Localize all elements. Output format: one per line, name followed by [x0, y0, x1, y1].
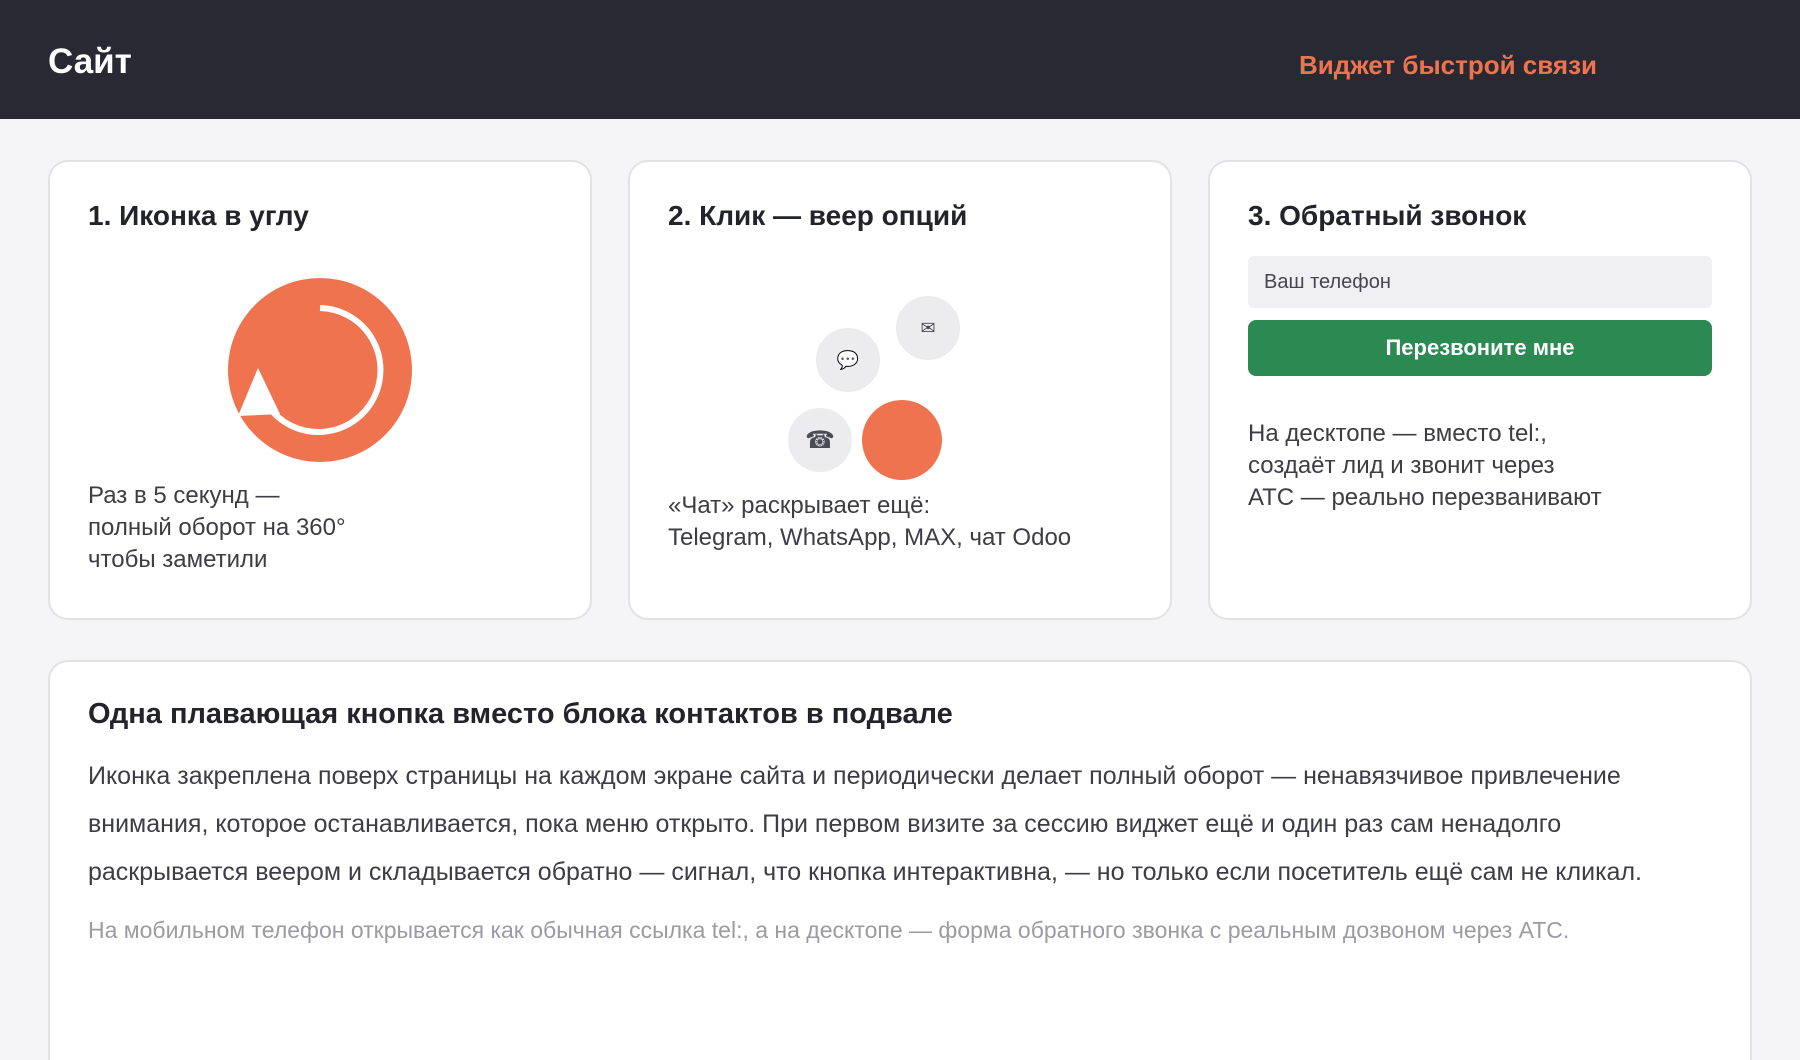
phone-icon[interactable]: ☎ [788, 408, 852, 472]
desc-line: создаёт лид и звонит через [1248, 452, 1555, 479]
card-title: 3. Обратный звонок [1248, 200, 1527, 231]
phone-input[interactable] [1248, 256, 1712, 308]
desc-line: На десктопе — вместо tel:, [1248, 420, 1547, 447]
callback-button[interactable]: Перезвоните мне [1248, 320, 1712, 376]
main-widget-button[interactable] [862, 400, 942, 480]
card-title: 1. Иконка в углу [88, 200, 309, 231]
info-card: Одна плавающая кнопка вместо блока конта… [48, 660, 1752, 1060]
card-corner-icon: 1. Иконка в углу Раз в 5 секунд — полный… [48, 160, 592, 620]
card-description: Раз в 5 секунд — полный оборот на 360° ч… [88, 480, 346, 576]
card-description: На десктопе — вместо tel:, создаёт лид и… [1248, 418, 1602, 514]
site-header: Сайт Виджет быстрой связи [0, 0, 1800, 119]
card-fan-options: 2. Клик — веер опций ✉ 💬 ☎ «Чат» раскрыв… [628, 160, 1172, 620]
desc-line: АТС — реально перезванивают [1248, 484, 1602, 511]
info-body: Иконка закреплена поверх страницы на каж… [88, 762, 1642, 886]
rotating-widget-icon [228, 278, 412, 462]
desc-line: «Чат» раскрывает ещё: [668, 492, 931, 519]
chat-icon[interactable]: 💬 [816, 328, 880, 392]
mail-icon[interactable]: ✉ [896, 296, 960, 360]
card-callback: 3. Обратный звонок Перезвоните мне На де… [1208, 160, 1752, 620]
quick-contact-widget-link[interactable]: Виджет быстрой связи [1299, 50, 1597, 81]
desc-line: Раз в 5 секунд — [88, 482, 280, 509]
card-title: 2. Клик — веер опций [668, 200, 968, 231]
desc-line: Telegram, WhatsApp, MAX, чат Odoo [668, 524, 1072, 551]
info-title: Одна плавающая кнопка вместо блока конта… [88, 698, 953, 730]
info-note: На мобильном телефон открывается как обы… [88, 917, 1570, 943]
desc-line: полный оборот на 360° [88, 514, 346, 541]
card-description: «Чат» раскрывает ещё: Telegram, WhatsApp… [668, 490, 1071, 554]
site-brand: Сайт [48, 42, 132, 81]
desc-line: чтобы заметили [88, 546, 268, 573]
